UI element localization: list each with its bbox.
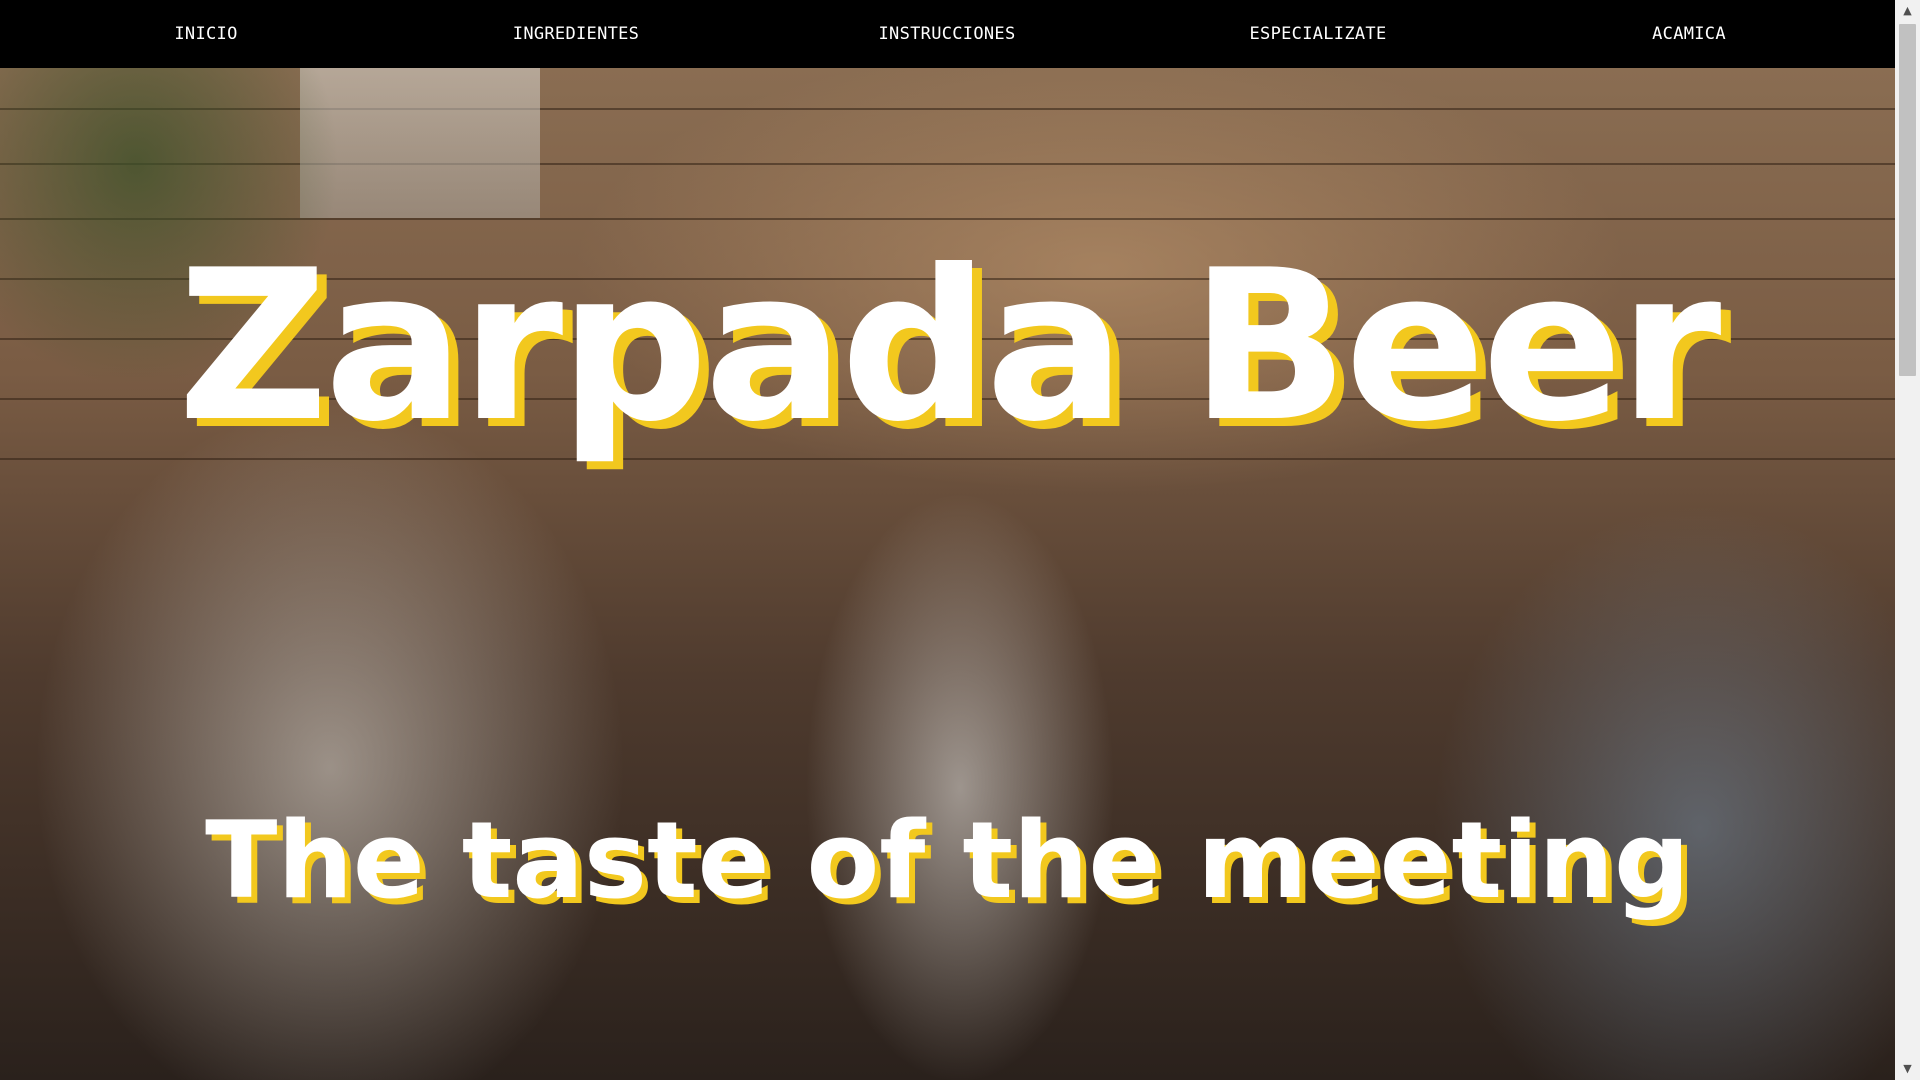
vertical-scrollbar[interactable]: ▲ ▼ [1895, 0, 1920, 1080]
hero-title: Zarpada Beer [177, 226, 1722, 468]
scrollbar-thumb[interactable] [1899, 24, 1916, 376]
hero-subtitle: The taste of the meeting [205, 799, 1690, 922]
scroll-up-icon[interactable]: ▲ [1895, 0, 1920, 22]
nav-link-inicio[interactable]: INICIO [174, 0, 237, 68]
scroll-down-icon[interactable]: ▼ [1895, 1058, 1920, 1080]
page: INICIO INGREDIENTES INSTRUCCIONES ESPECI… [0, 0, 1920, 1080]
nav-link-especializate[interactable]: ESPECIALIZATE [1250, 0, 1387, 68]
nav-link-ingredientes[interactable]: INGREDIENTES [513, 0, 639, 68]
nav-link-acamica[interactable]: ACAMICA [1652, 0, 1726, 68]
top-navbar: INICIO INGREDIENTES INSTRUCCIONES ESPECI… [0, 0, 1895, 68]
hero-section: Zarpada Beer The taste of the meeting [0, 68, 1895, 1080]
nav-link-instrucciones[interactable]: INSTRUCCIONES [879, 0, 1016, 68]
